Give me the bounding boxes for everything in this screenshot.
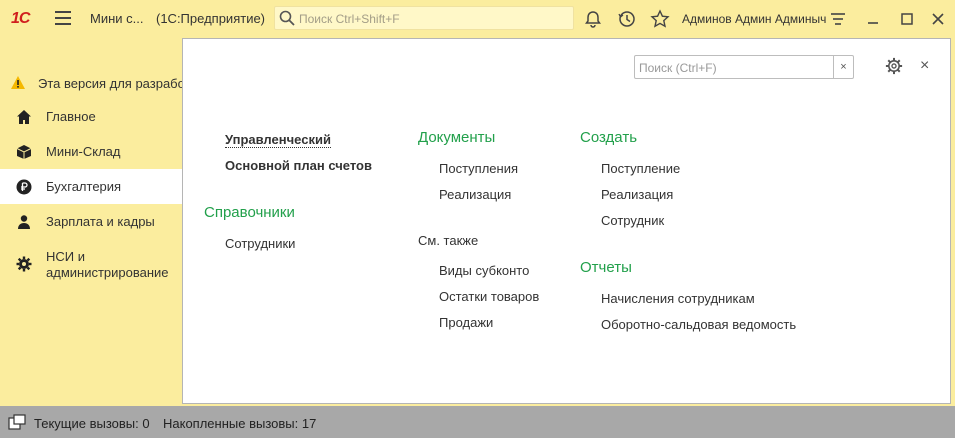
calls-icon[interactable] — [8, 414, 26, 430]
link-create-employee[interactable]: Сотрудник — [601, 213, 664, 228]
maximize-icon[interactable] — [897, 9, 917, 29]
sidebar-item-accounting[interactable]: Бухгалтерия — [0, 169, 183, 204]
status-bar: Текущие вызовы: 0 Накопленные вызовы: 17 — [0, 406, 955, 438]
bell-icon[interactable] — [583, 9, 603, 29]
history-icon[interactable] — [617, 9, 637, 29]
person-icon — [18, 215, 30, 229]
home-icon — [17, 110, 31, 124]
link-upravlencheskiy[interactable]: Управленческий — [225, 132, 331, 148]
sidebar-item-label: Бухгалтерия — [46, 179, 122, 194]
link-report-trial-balance[interactable]: Оборотно-сальдовая ведомость — [601, 317, 796, 332]
current-calls: Текущие вызовы: 0 — [34, 416, 150, 431]
link-subconto-types[interactable]: Виды субконто — [439, 263, 529, 278]
panel-close-button[interactable]: × — [920, 58, 929, 74]
link-chart-of-accounts[interactable]: Основной план счетов — [225, 158, 372, 173]
panel-search-placeholder: Поиск (Ctrl+F) — [639, 61, 717, 75]
link-sales[interactable]: Продажи — [439, 315, 493, 330]
app-title: Мини с... — [90, 11, 144, 26]
minimize-icon[interactable] — [863, 9, 883, 29]
app-subtitle: (1С:Предприятие) — [156, 11, 266, 26]
sidebar-item-label: Зарплата и кадры — [46, 214, 155, 229]
star-icon[interactable] — [650, 9, 670, 29]
sidebar-item-mini-sklad[interactable]: Мини-Склад — [0, 134, 183, 169]
sidebar-item-label: Мини-Склад — [46, 144, 121, 159]
title-bar: 1С Мини с... (1С:Предприятие) Поиск Ctrl… — [0, 0, 955, 37]
section-create: Создать — [580, 129, 638, 146]
section-documents: Документы — [418, 129, 496, 146]
sidebar-item-label: НСИ и администрирование — [46, 249, 169, 280]
section-spravochniki: Справочники — [204, 204, 295, 221]
section-reports: Отчеты — [580, 259, 632, 276]
sidebar-item-main[interactable]: Главное — [0, 99, 183, 134]
clear-search-button[interactable]: × — [833, 56, 853, 78]
accumulated-calls: Накопленные вызовы: 17 — [163, 416, 317, 431]
link-create-receipt[interactable]: Поступление — [601, 161, 680, 176]
link-sales-docs[interactable]: Реализация — [439, 187, 511, 202]
dev-version-banner[interactable]: Эта версия для разрабо — [0, 69, 185, 97]
sidebar-item-label: Главное — [46, 109, 96, 124]
sidebar: Главное Мини-Склад Бухгалтерия Зарплата … — [0, 99, 183, 406]
link-receipts[interactable]: Поступления — [439, 161, 518, 176]
close-icon[interactable] — [928, 9, 948, 29]
settings-lines-icon[interactable] — [828, 9, 848, 29]
panel-search-input[interactable]: Поиск (Ctrl+F) × — [634, 55, 854, 79]
ruble-icon — [16, 179, 32, 195]
box-icon — [16, 145, 32, 159]
menu-icon[interactable] — [55, 11, 71, 25]
sidebar-item-admin[interactable]: НСИ и администрирование — [0, 239, 183, 285]
app-logo[interactable]: 1С — [11, 10, 43, 27]
banner-text: Эта версия для разрабо — [38, 76, 185, 91]
link-stock-balances[interactable]: Остатки товаров — [439, 289, 539, 304]
sidebar-item-salary[interactable]: Зарплата и кадры — [0, 204, 183, 239]
user-name[interactable]: Админов Админ Админыч — [682, 12, 826, 26]
section-panel: Поиск (Ctrl+F) × × Управленческий Основн… — [182, 38, 951, 404]
search-icon — [279, 10, 295, 26]
link-report-payroll[interactable]: Начисления сотрудникам — [601, 291, 755, 306]
global-search-input[interactable]: Поиск Ctrl+Shift+F — [274, 6, 574, 30]
panel-settings-icon[interactable] — [885, 57, 903, 75]
link-create-sale[interactable]: Реализация — [601, 187, 673, 202]
link-employees[interactable]: Сотрудники — [225, 236, 295, 251]
global-search-placeholder: Поиск Ctrl+Shift+F — [299, 12, 400, 26]
warning-icon — [11, 76, 25, 89]
gear-icon — [16, 256, 32, 272]
see-also-label: См. также — [418, 233, 479, 248]
